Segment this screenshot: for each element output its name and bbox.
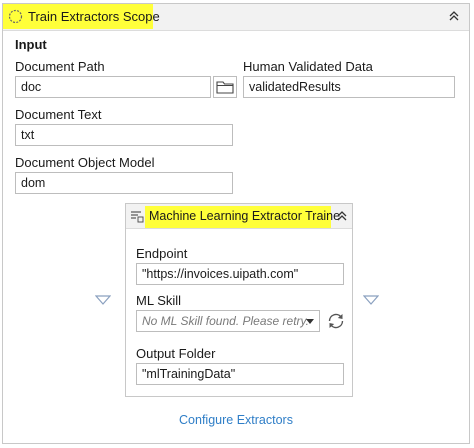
ml-skill-label: ML Skill (136, 293, 182, 308)
human-validated-data-input[interactable]: validatedResults (243, 76, 455, 98)
ml-extractor-trainer-activity[interactable]: Machine Learning Extractor Traine Endpoi… (125, 203, 353, 397)
human-validated-data-label: Human Validated Data (243, 59, 373, 74)
document-path-label: Document Path (15, 59, 105, 74)
document-path-input[interactable]: doc (15, 76, 211, 98)
extractor-title: Machine Learning Extractor Traine (149, 209, 341, 223)
output-folder-input[interactable]: "mlTrainingData" (136, 363, 344, 385)
train-extractors-scope-activity[interactable]: Train Extractors Scope Input Document Pa… (2, 3, 470, 444)
refresh-icon[interactable] (325, 310, 347, 332)
extractor-activity-icon (131, 211, 144, 223)
browse-folder-button[interactable] (213, 76, 237, 98)
extractor-header[interactable]: Machine Learning Extractor Traine (126, 204, 352, 229)
configure-extractors-link[interactable]: Configure Extractors (3, 413, 469, 427)
endpoint-label: Endpoint (136, 246, 188, 261)
folder-icon (216, 81, 234, 94)
expand-arrow-icon[interactable] (95, 295, 111, 305)
scope-title: Train Extractors Scope (28, 9, 160, 24)
endpoint-input[interactable]: "https://invoices.uipath.com" (136, 263, 344, 285)
document-text-label: Document Text (15, 107, 102, 122)
collapse-chevron-icon[interactable] (446, 8, 462, 24)
ml-skill-placeholder: No ML Skill found. Please retry. (142, 314, 309, 328)
ml-skill-dropdown[interactable]: No ML Skill found. Please retry. (136, 310, 320, 332)
input-section-title: Input (15, 37, 47, 52)
activity-scope-icon (8, 9, 23, 24)
output-folder-label: Output Folder (136, 346, 216, 361)
dropdown-caret-icon (306, 319, 314, 324)
document-text-input[interactable]: txt (15, 124, 233, 146)
collapse-chevron-icon[interactable] (334, 208, 350, 224)
expand-arrow-icon[interactable] (363, 295, 379, 305)
document-object-model-label: Document Object Model (15, 155, 155, 170)
document-object-model-input[interactable]: dom (15, 172, 233, 194)
scope-header[interactable]: Train Extractors Scope (3, 4, 469, 31)
